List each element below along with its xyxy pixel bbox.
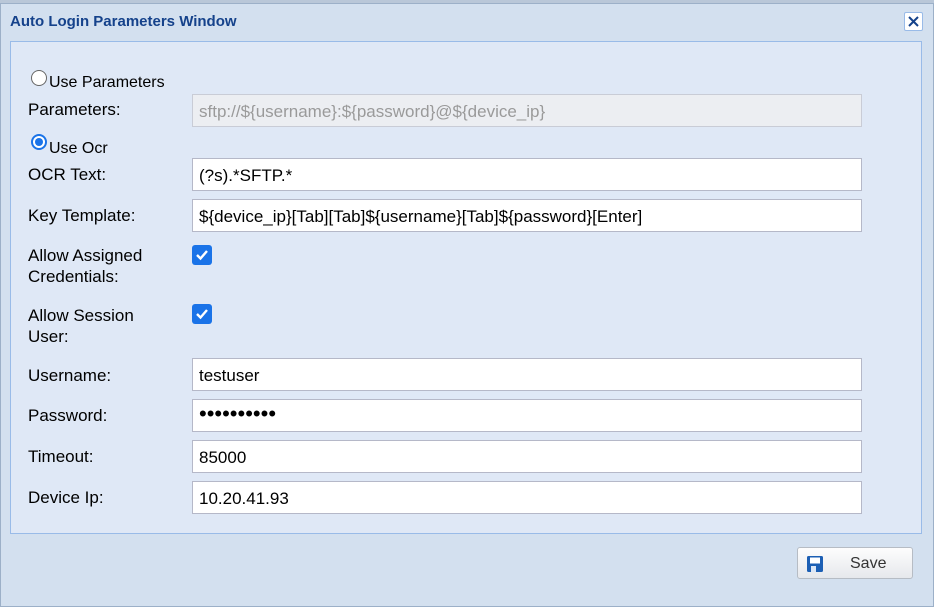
window-title: Auto Login Parameters Window xyxy=(10,13,237,30)
device-ip-label: Device Ip: xyxy=(28,488,104,507)
parameters-label: Parameters: xyxy=(28,100,121,119)
timeout-label: Timeout: xyxy=(28,447,94,466)
key-template-field[interactable]: ${device_ip}[Tab][Tab]${username}[Tab]${… xyxy=(192,199,862,232)
allow-session-user-label-line2: User: xyxy=(28,327,69,346)
use-parameters-radio[interactable] xyxy=(31,70,47,86)
floppy-disk-icon xyxy=(807,556,823,572)
allow-assigned-credentials-label-line1: Allow Assigned xyxy=(28,246,143,265)
form-panel: Use Parameters Parameters: sftp://${user… xyxy=(10,41,922,534)
password-field[interactable]: •••••••••• xyxy=(192,399,862,432)
use-ocr-label: Use Ocr xyxy=(49,140,108,157)
use-ocr-radio[interactable] xyxy=(31,134,47,150)
username-label: Username: xyxy=(28,366,112,385)
checkmark-icon xyxy=(196,309,208,320)
auto-login-parameters-window: Auto Login Parameters Window Use Paramet… xyxy=(0,3,934,607)
username-field[interactable]: testuser xyxy=(192,358,862,391)
password-label: Password: xyxy=(28,406,108,425)
use-parameters-label: Use Parameters xyxy=(49,74,165,91)
save-button-label: Save xyxy=(850,555,887,572)
device-ip-field[interactable]: 10.20.41.93 xyxy=(192,481,862,514)
parameters-field[interactable]: sftp://${username}:${password}@${device_… xyxy=(192,94,862,127)
allow-session-user-label-line1: Allow Session xyxy=(28,306,134,325)
ocr-text-label: OCR Text: xyxy=(28,165,107,184)
checkmark-icon xyxy=(196,250,208,261)
save-button[interactable]: Save xyxy=(797,547,913,579)
close-x-icon xyxy=(908,16,919,27)
timeout-field[interactable]: 85000 xyxy=(192,440,862,473)
allow-session-user-checkbox[interactable] xyxy=(192,304,212,324)
key-template-label: Key Template: xyxy=(28,206,136,225)
allow-assigned-credentials-checkbox[interactable] xyxy=(192,245,212,265)
allow-assigned-credentials-label-line2: Credentials: xyxy=(28,267,119,286)
close-button[interactable] xyxy=(904,12,923,31)
ocr-text-field[interactable]: (?s).*SFTP.* xyxy=(192,158,862,191)
